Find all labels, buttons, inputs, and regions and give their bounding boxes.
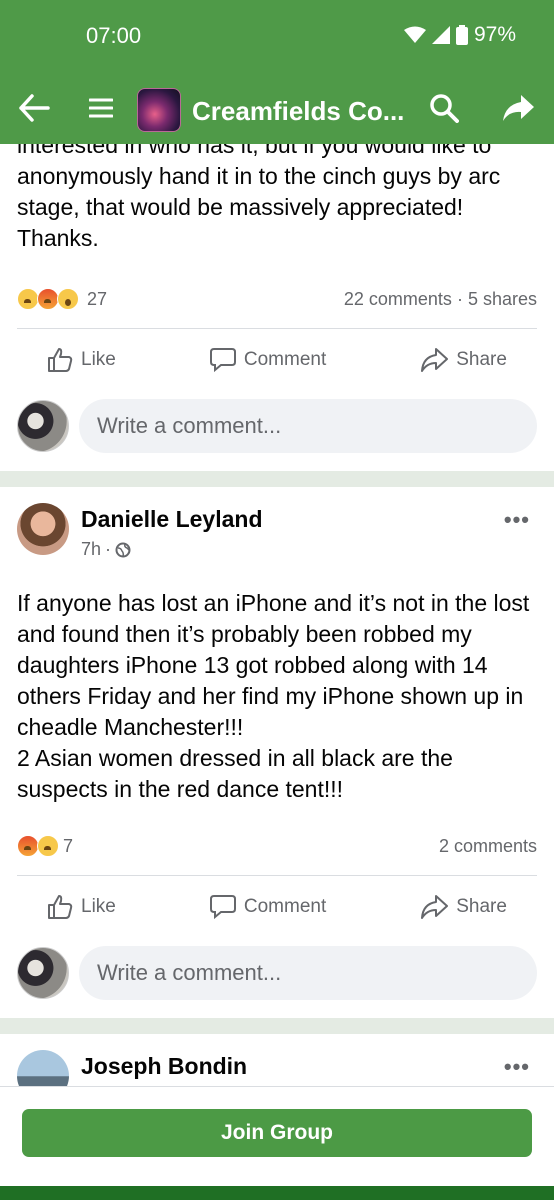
nav-bar — [0, 1186, 554, 1200]
search-button[interactable] — [426, 88, 462, 128]
comment-share-counts[interactable]: 22 comments · 5 shares — [344, 289, 537, 310]
author-name[interactable]: Joseph Bondin — [81, 1053, 247, 1080]
sad-reaction-icon — [17, 288, 39, 310]
share-button[interactable]: Share — [420, 894, 507, 920]
post-meta: 7h · — [81, 539, 263, 560]
comment-icon — [209, 348, 236, 373]
comment-count: 22 comments — [343, 288, 452, 309]
menu-icon — [89, 98, 113, 118]
share-icon — [421, 348, 449, 372]
share-count: 5 shares — [467, 288, 537, 309]
comment-composer: Write a comment... — [0, 391, 554, 461]
post-time[interactable]: 7h — [81, 539, 101, 560]
share-icon — [421, 895, 449, 919]
back-button[interactable] — [14, 88, 54, 128]
more-icon[interactable]: ••• — [504, 1054, 530, 1080]
author-name[interactable]: Danielle Leyland — [81, 506, 263, 533]
more-icon[interactable]: ••• — [504, 507, 530, 533]
post-text: If anyone has lost an iPhone and it’s no… — [17, 590, 530, 802]
status-time: 07:00 — [86, 23, 142, 48]
post-separator — [0, 1018, 554, 1034]
join-group-button[interactable]: Join Group — [22, 1109, 532, 1157]
share-arrow-icon — [503, 95, 534, 121]
bottom-bar: Join Group — [0, 1086, 554, 1200]
reaction-count: 7 — [63, 835, 74, 856]
comment-icon — [209, 895, 236, 920]
sad-reaction-icon — [37, 835, 59, 857]
post-separator — [0, 471, 554, 487]
status-bar: 07:00 97% — [0, 0, 554, 72]
wifi-icon — [403, 26, 426, 43]
comment-button[interactable]: Comment — [209, 347, 326, 373]
status-icons: 97% — [403, 23, 516, 47]
comment-count[interactable]: 2 comments — [439, 836, 537, 857]
comment-composer: Write a comment... — [0, 938, 554, 1008]
comment-button[interactable]: Comment — [209, 894, 326, 920]
share-group-button[interactable] — [498, 88, 538, 128]
battery-icon — [455, 25, 468, 45]
group-title[interactable]: Creamfields Co... — [192, 96, 404, 127]
like-icon — [48, 895, 73, 919]
post: Danielle Leyland 7h · ••• If anyone has … — [0, 487, 554, 1008]
group-thumbnail[interactable] — [137, 88, 181, 132]
avatar — [17, 400, 69, 452]
angry-reaction-icon — [37, 288, 59, 310]
globe-icon — [115, 542, 131, 557]
share-button[interactable]: Share — [420, 347, 507, 373]
reaction-count: 27 — [87, 288, 108, 309]
top-bar: 07:00 97% Creamfields Co... — [0, 0, 554, 144]
back-arrow-icon — [19, 94, 50, 122]
feed[interactable]: interested in who has it, but if you wou… — [0, 132, 554, 1107]
angry-reaction-icon — [17, 835, 39, 857]
comment-input[interactable]: Write a comment... — [79, 399, 537, 453]
search-icon — [430, 94, 459, 123]
post-stats: 7 2 comments — [0, 831, 554, 861]
wow-reaction-icon — [57, 288, 79, 310]
signal-icon — [431, 26, 450, 44]
comment-input[interactable]: Write a comment... — [79, 946, 537, 1000]
author-avatar[interactable] — [17, 503, 69, 555]
post-stats: 27 22 comments · 5 shares — [0, 284, 554, 314]
like-button[interactable]: Like — [47, 347, 116, 373]
post-actions: Like Comment Share — [0, 876, 554, 938]
reactions[interactable]: 27 — [17, 288, 107, 310]
battery-level: 97% — [473, 23, 516, 46]
app-bar: Creamfields Co... — [0, 72, 554, 144]
post-header: Danielle Leyland 7h · ••• — [0, 487, 554, 560]
reactions[interactable]: 7 — [17, 835, 73, 857]
post-actions: Like Comment Share — [0, 329, 554, 391]
like-button[interactable]: Like — [47, 894, 116, 920]
post: interested in who has it, but if you wou… — [0, 130, 554, 461]
post-text: interested in who has it, but if you wou… — [17, 132, 501, 251]
like-icon — [48, 348, 73, 372]
menu-button[interactable] — [86, 88, 116, 128]
avatar — [17, 947, 69, 999]
